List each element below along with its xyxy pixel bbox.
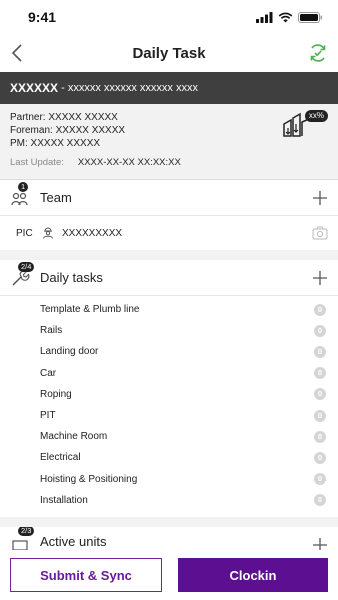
last-update-value: XXXX-XX-XX XX:XX:XX — [77, 157, 181, 168]
tasks-count-badge: 2/4 — [18, 261, 35, 272]
task-item[interactable]: Machine Room 0 — [0, 426, 338, 447]
task-item[interactable]: Electrical 0 — [0, 447, 338, 468]
camera-icon[interactable] — [312, 226, 328, 240]
task-count-badge: 0 — [314, 324, 326, 337]
status-time: 9:41 — [28, 9, 57, 25]
task-label: PIT — [40, 410, 56, 422]
daily-tasks-header: 2/4 Daily tasks — [0, 260, 338, 296]
active-units-title: Active units — [40, 534, 107, 550]
partner-text: Partner: XXXXX XXXXX — [10, 112, 118, 123]
pic-label: PIC — [16, 227, 33, 239]
task-item[interactable]: Hoisting & Positioning 0 — [0, 469, 338, 490]
task-count-badge: 0 — [314, 303, 326, 316]
task-label: Roping — [40, 388, 72, 400]
tasks-icon-wrap: 2/4 — [10, 261, 35, 288]
task-label: Rails — [40, 325, 63, 337]
units-count-badge: 2/3 — [18, 526, 35, 536]
task-item[interactable]: Installation 0 — [0, 490, 338, 511]
units-icon-wrap: 2/3 — [10, 526, 35, 552]
task-item[interactable]: PIT 0 — [0, 405, 338, 426]
clockin-button[interactable]: Clockin — [178, 558, 328, 592]
task-item[interactable]: Template & Plumb line 0 — [0, 299, 338, 320]
project-name: xxxxxx xxxxxx xxxxxx xxxx — [67, 82, 198, 94]
status-icons — [256, 11, 322, 23]
daily-tasks-card: 2/4 Daily tasks Template & Plumb line 0 R… — [0, 260, 338, 517]
task-count-badge: 0 — [314, 345, 326, 358]
team-header: 1 Team — [0, 180, 338, 216]
task-count-badge: 0 — [314, 367, 326, 380]
task-label: Template & Plumb line — [40, 304, 140, 316]
worker-icon — [43, 227, 53, 239]
progress-indicator: xx% — [282, 110, 328, 138]
sync-icon[interactable] — [308, 43, 328, 63]
task-label: Machine Room — [40, 431, 108, 443]
task-label: Hoisting & Positioning — [40, 473, 138, 485]
foreman-text: Foreman: XXXXX XXXXX — [10, 125, 126, 136]
task-count-badge: 0 — [314, 451, 326, 464]
team-count-badge: 1 — [18, 181, 29, 192]
task-list: Template & Plumb line 0 Rails 0 Landing do… — [0, 296, 338, 517]
team-card: 1 Team PIC XXXXXXXXX — [0, 180, 338, 250]
status-bar: 9:41 — [0, 0, 338, 34]
bottom-action-bar: Submit & Sync Clockin — [0, 550, 338, 600]
pic-name: XXXXXXXXX — [62, 227, 123, 239]
last-update-label: Last Update: — [10, 157, 64, 168]
task-label: Installation — [40, 494, 88, 506]
task-count-badge: 0 — [314, 494, 326, 507]
task-item[interactable]: Landing door 0 — [0, 341, 338, 362]
add-team-icon[interactable] — [312, 190, 328, 206]
task-count-badge: 0 — [314, 409, 326, 422]
submit-sync-button[interactable]: Submit & Sync — [10, 558, 162, 592]
battery-icon — [298, 11, 322, 23]
team-icon-wrap: 1 — [10, 181, 30, 208]
wifi-icon — [278, 12, 293, 22]
task-item[interactable]: Rails 0 — [0, 320, 338, 341]
signal-icon — [256, 11, 273, 23]
add-task-icon[interactable] — [312, 270, 328, 286]
daily-tasks-title: Daily tasks — [40, 270, 103, 285]
task-label: Car — [40, 367, 57, 379]
section-gap — [0, 250, 338, 260]
nav-bar: Daily Task — [0, 34, 338, 72]
pm-text: PM: XXXXX XXXXX — [10, 138, 101, 149]
task-count-badge: 0 — [314, 388, 326, 401]
back-button[interactable] — [6, 41, 28, 65]
task-label: Electrical — [40, 452, 81, 464]
task-item[interactable]: Roping 0 — [0, 384, 338, 405]
project-code: XXXXXX — [10, 81, 59, 95]
page-title: Daily Task — [132, 44, 206, 62]
task-item[interactable]: Car 0 — [0, 363, 338, 384]
project-separator: - — [58, 82, 68, 94]
project-info: Partner: XXXXX XXXXX Foreman: XXXXX XXXX… — [0, 104, 338, 180]
task-count-badge: 0 — [314, 430, 326, 443]
project-banner: XXXXXX - xxxxxx xxxxxx xxxxxx xxxx — [0, 72, 338, 104]
task-count-badge: 0 — [314, 473, 326, 486]
last-update: Last Update: XXXX-XX-XX XX:XX:XX — [10, 157, 328, 168]
task-label: Landing door — [40, 346, 99, 358]
progress-badge: xx% — [304, 110, 328, 122]
chevron-left-icon — [11, 44, 22, 62]
section-gap — [0, 516, 338, 527]
team-title: Team — [40, 190, 72, 205]
pic-row: PIC XXXXXXXXX — [0, 216, 338, 250]
